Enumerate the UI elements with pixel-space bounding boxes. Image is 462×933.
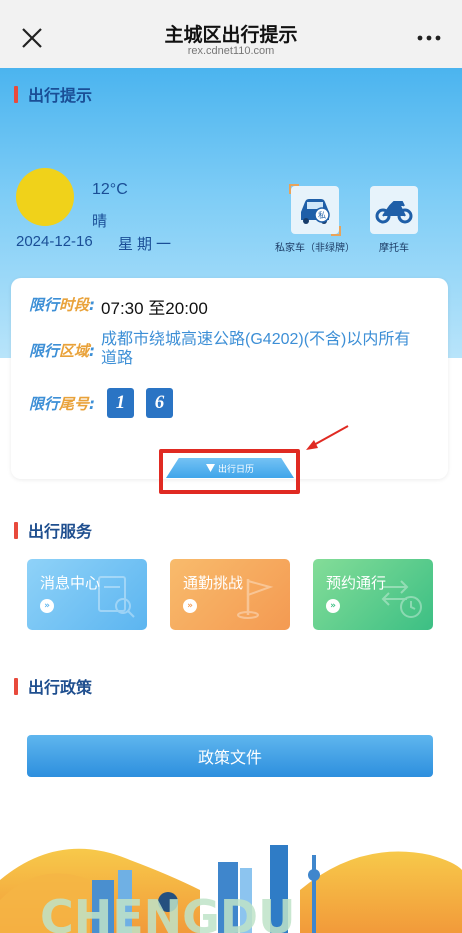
vehicle-label: 私家车（非绿牌）: [275, 243, 355, 254]
sun-icon: [16, 168, 74, 226]
tail-number: 6: [146, 388, 174, 418]
service-label: 预约通行: [326, 574, 387, 592]
service-message-center[interactable]: 消息中心 »: [27, 559, 147, 630]
car-icon: 私: [289, 184, 341, 236]
date: 2024-12-16: [16, 233, 93, 250]
section-accent-bar: [14, 677, 18, 695]
section-header-travel-tips: 出行提示: [14, 82, 92, 106]
service-reservation-pass[interactable]: 预约通行 »: [313, 559, 433, 630]
temperature: 12°C: [92, 181, 128, 198]
chevron-right-icon: »: [326, 599, 340, 613]
vehicle-label: 摩托车: [379, 243, 409, 254]
section-title: 出行提示: [28, 86, 93, 105]
restriction-tail-label: 限行尾号:: [29, 394, 96, 413]
policy-documents-button[interactable]: 政策文件: [27, 735, 433, 777]
section-title: 出行服务: [28, 522, 93, 541]
svg-text:私: 私: [318, 211, 326, 220]
section-accent-bar: [14, 521, 18, 539]
more-menu-icon[interactable]: [416, 30, 442, 46]
chevron-right-icon: »: [40, 599, 54, 613]
restriction-time-value: 07:30 至20:00: [101, 299, 208, 318]
weekday: 星期一: [118, 235, 176, 253]
svg-text:CHENGDU: CHENGDU: [40, 890, 295, 933]
vehicle-option-private-car[interactable]: 私 私家车（非绿牌）: [275, 184, 355, 254]
page-title: 主城区出行提示: [164, 24, 298, 46]
restriction-area-label: 限行区域:: [29, 342, 96, 360]
motorcycle-icon: [370, 186, 418, 234]
weather-condition: 晴: [92, 212, 108, 230]
city-skyline-illustration: CHENGDU: [0, 845, 462, 933]
restriction-time-label: 限行时段:: [29, 296, 96, 314]
restriction-area-value: 成都市绕城高速公路(G4202)(不含)以内所有道路: [101, 331, 411, 367]
restriction-area-row: 限行区域: 成都市绕城高速公路(G4202)(不含)以内所有道路: [29, 330, 421, 368]
restriction-tail-row: 限行尾号: 1 6: [29, 388, 174, 418]
page-url: rex.cdnet110.com: [187, 45, 275, 57]
service-label: 消息中心: [40, 574, 101, 592]
tail-number: 1: [107, 388, 135, 418]
chevron-right-icon: »: [183, 599, 197, 613]
top-nav-bar: 主城区出行提示 rex.cdnet110.com: [0, 0, 462, 68]
section-title: 出行政策: [28, 678, 93, 697]
service-label: 通勤挑战: [183, 574, 244, 592]
vehicle-option-motorcycle[interactable]: 摩托车: [370, 186, 418, 254]
section-header-travel-services: 出行服务: [14, 518, 92, 542]
service-commute-challenge[interactable]: 通勤挑战 »: [170, 559, 290, 630]
annotation-highlight-box: [159, 449, 300, 494]
restriction-time-row: 限行时段: 07:30 至20:00: [29, 294, 208, 319]
section-header-travel-policy: 出行政策: [14, 674, 92, 698]
annotation-arrow-icon: [306, 425, 349, 450]
section-accent-bar: [14, 85, 18, 103]
